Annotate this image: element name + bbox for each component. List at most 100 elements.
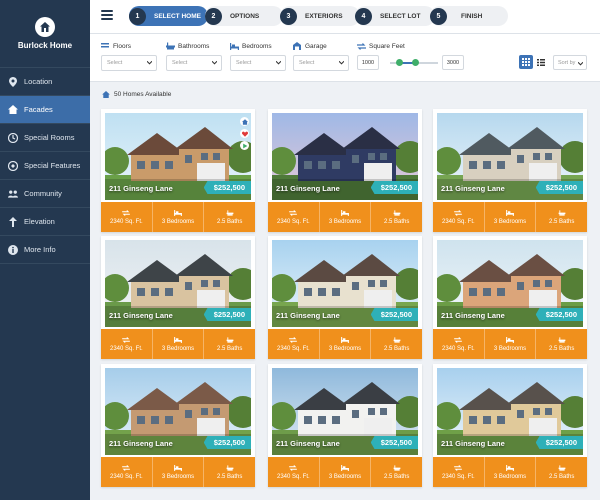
bed-icon	[341, 209, 349, 216]
grid-icon	[522, 58, 530, 66]
home-card[interactable]: 211 Ginseng Lane $252,500 2340 Sq. Ft. 3…	[433, 109, 587, 232]
home-card[interactable]: 211 Ginseng Lane $252,500 2340 Sq. Ft. 3…	[101, 364, 255, 487]
bedrooms-value: 3 Bedrooms	[493, 473, 527, 480]
bedrooms-value: 3 Bedrooms	[161, 473, 195, 480]
home-card[interactable]: 211 Ginseng Lane $252,500 2340 Sq. Ft. 3…	[268, 109, 422, 232]
bedrooms-filter: Bedrooms Select	[230, 41, 286, 71]
sidebar-item-location[interactable]: Location	[0, 68, 90, 96]
sidebar-item-facades[interactable]: Facades	[0, 96, 90, 124]
bed-icon	[506, 336, 514, 343]
arrows-horizontal-icon	[122, 209, 131, 216]
bedrooms-value: 3 Bedrooms	[328, 218, 362, 225]
bedrooms-value: 3 Bedrooms	[161, 345, 195, 352]
sqft-range-slider[interactable]	[390, 59, 438, 66]
sqft-min-input[interactable]: 1000	[357, 55, 379, 70]
info-icon	[8, 244, 18, 255]
step-select-lot[interactable]: 4 SELECT LOT	[355, 6, 435, 26]
floors-select-value: Select	[107, 60, 123, 66]
stat-sqft: 2340 Sq. Ft.	[101, 457, 153, 487]
slider-min-handle[interactable]	[396, 59, 403, 66]
bed-icon	[174, 336, 182, 343]
step-label: EXTERIORS	[305, 12, 343, 20]
brand[interactable]: Burlock Home	[0, 0, 90, 68]
baths-value: 2.5 Baths	[549, 345, 575, 352]
bathtub-icon	[226, 464, 234, 471]
chevron-down-icon	[339, 60, 344, 65]
stat-bedrooms: 3 Bedrooms	[485, 457, 537, 487]
step-exteriors[interactable]: 3 EXTERIORS	[280, 6, 360, 26]
home-stats: 2340 Sq. Ft. 3 Bedrooms 2.5 Baths	[101, 329, 255, 359]
home-card[interactable]: 211 Ginseng Lane $252,500 2340 Sq. Ft. 3…	[268, 364, 422, 487]
sort-select[interactable]: Sort by	[553, 55, 587, 70]
sqft-max-input[interactable]: 3000	[442, 55, 464, 70]
arrows-horizontal-icon	[289, 464, 298, 471]
home-icon	[102, 91, 110, 98]
step-select-home[interactable]: 1 SELECT HOME	[129, 6, 208, 26]
home-card[interactable]: 211 Ginseng Lane $252,500 2340 Sq. Ft. 3…	[268, 236, 422, 359]
price-tag: $252,500	[535, 436, 583, 449]
step-finish[interactable]: 5 FINISH	[430, 6, 508, 26]
home-card[interactable]: 211 Ginseng Lane $252,500 2340 Sq. Ft. 3…	[101, 109, 255, 232]
home-address: 211 Ginseng Lane	[109, 311, 173, 320]
home-icon[interactable]	[240, 117, 249, 126]
garage-select[interactable]: Select	[293, 55, 349, 71]
chevron-down-icon	[147, 60, 152, 65]
home-card[interactable]: 211 Ginseng Lane $252,500 2340 Sq. Ft. 3…	[101, 236, 255, 359]
bathrooms-select[interactable]: Select	[166, 55, 222, 71]
stat-baths: 2.5 Baths	[204, 202, 255, 232]
step-options[interactable]: 2 OPTIONS	[205, 6, 283, 26]
bedrooms-select[interactable]: Select	[230, 55, 286, 71]
sidebar-item-label: Special Features	[24, 161, 81, 170]
home-address: 211 Ginseng Lane	[109, 439, 173, 448]
sidebar-item-special-features[interactable]: Special Features	[0, 152, 90, 180]
sqft-value: 2340 Sq. Ft.	[109, 218, 143, 225]
list-view-button[interactable]	[534, 55, 548, 69]
home-card[interactable]: 211 Ginseng Lane $252,500 2340 Sq. Ft. 3…	[433, 236, 587, 359]
bathtub-icon	[393, 336, 401, 343]
sidebar-item-more-info[interactable]: More Info	[0, 236, 90, 264]
stat-bedrooms: 3 Bedrooms	[320, 457, 372, 487]
sidebar-item-label: Elevation	[24, 217, 55, 226]
garage-filter: Garage Select	[293, 41, 349, 71]
sqft-value: 2340 Sq. Ft.	[441, 218, 475, 225]
sidebar-item-label: Community	[24, 189, 62, 198]
price-tag: $252,500	[535, 181, 583, 194]
sqft-value: 2340 Sq. Ft.	[441, 473, 475, 480]
stat-bedrooms: 3 Bedrooms	[320, 329, 372, 359]
square-feet-label: Square Feet	[369, 42, 405, 50]
map-pin-icon	[8, 76, 18, 87]
floors-filter: Floors Select	[101, 41, 157, 71]
bedrooms-value: 3 Bedrooms	[328, 345, 362, 352]
baths-value: 2.5 Baths	[384, 218, 410, 225]
slider-max-handle[interactable]	[412, 59, 419, 66]
community-icon	[8, 189, 18, 199]
floors-select[interactable]: Select	[101, 55, 157, 71]
sidebar-item-community[interactable]: Community	[0, 180, 90, 208]
stat-baths: 2.5 Baths	[371, 202, 422, 232]
special-rooms-icon	[8, 132, 18, 143]
bathrooms-filter: Bathrooms Select	[166, 41, 222, 71]
price-tag: $252,500	[535, 308, 583, 321]
bathtub-icon	[558, 336, 566, 343]
bathtub-icon	[393, 209, 401, 216]
bed-icon	[341, 464, 349, 471]
baths-value: 2.5 Baths	[549, 473, 575, 480]
arrows-horizontal-icon	[454, 464, 463, 471]
sqft-value: 2340 Sq. Ft.	[276, 345, 310, 352]
bed-icon	[174, 464, 182, 471]
home-card[interactable]: 211 Ginseng Lane $252,500 2340 Sq. Ft. 3…	[433, 364, 587, 487]
sidebar-item-elevation[interactable]: Elevation	[0, 208, 90, 236]
home-address: 211 Ginseng Lane	[276, 439, 340, 448]
stat-baths: 2.5 Baths	[536, 202, 587, 232]
menu-icon[interactable]	[101, 10, 113, 20]
homes-count-text: 50 Homes Available	[114, 91, 172, 98]
sidebar-item-label: Special Rooms	[24, 133, 75, 142]
layers-icon	[101, 42, 110, 50]
home-stats: 2340 Sq. Ft. 3 Bedrooms 2.5 Baths	[268, 202, 422, 232]
play-icon[interactable]	[240, 141, 249, 150]
heart-icon[interactable]	[240, 129, 249, 138]
sidebar-item-special-rooms[interactable]: Special Rooms	[0, 124, 90, 152]
grid-view-button[interactable]	[519, 55, 533, 69]
baths-value: 2.5 Baths	[384, 345, 410, 352]
arrows-horizontal-icon	[122, 464, 131, 471]
